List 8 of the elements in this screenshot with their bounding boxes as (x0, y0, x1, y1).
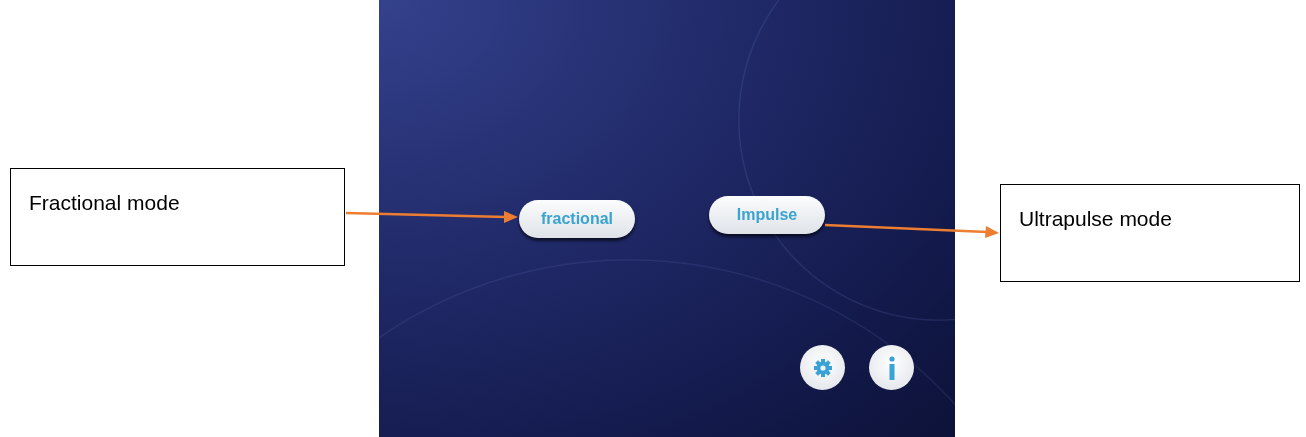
mode-button[interactable]: fractional (519, 200, 635, 238)
mode-button[interactable]: Impulse (709, 196, 825, 234)
callout-text: Ultrapulse mode (1019, 207, 1172, 230)
info-button[interactable] (869, 345, 914, 390)
callout-text: Fractional mode (29, 191, 180, 214)
info-icon (886, 355, 897, 380)
settings-icon (812, 357, 833, 378)
settings-button[interactable] (800, 345, 845, 390)
